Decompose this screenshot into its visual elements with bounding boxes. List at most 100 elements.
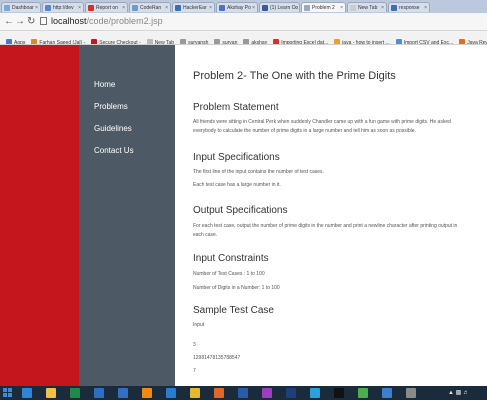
browser-tab[interactable]: New Tab × <box>347 2 387 12</box>
bookmark-item[interactable]: Apps <box>6 37 26 45</box>
page-title: Problem 2- The One with the Prime Digits <box>193 70 396 82</box>
output-spec-line-2: each case. <box>193 232 218 238</box>
statement-text-line-2: everybody to calculate the number of pri… <box>193 128 416 134</box>
sidebar-item-problems[interactable]: Problems <box>94 102 128 111</box>
firefox-icon[interactable] <box>214 388 224 398</box>
close-tab-icon[interactable]: × <box>78 3 81 12</box>
sample-test-case-heading: Sample Test Case <box>193 305 274 316</box>
input-spec-line-2: Each test case has a large number in it. <box>193 182 281 188</box>
url-path: /code/problem2.jsp <box>86 16 163 26</box>
facebook-icon <box>262 5 268 11</box>
app2-icon[interactable] <box>262 388 272 398</box>
bookmark-item[interactable]: suryan <box>214 37 237 44</box>
vlc-icon[interactable] <box>142 388 152 398</box>
windows-start-icon[interactable] <box>3 388 13 398</box>
url-host: localhost <box>51 16 87 26</box>
doc-icon <box>132 5 138 11</box>
browser-tab-strip: Dashboar × http://dev × Report on × CodeRan × Ha… <box>0 0 487 13</box>
browser-tab[interactable]: Report on × <box>85 2 128 12</box>
bookmark-item[interactable]: Importing Excel dat... <box>273 37 328 44</box>
browser-tab[interactable]: response × <box>388 2 430 12</box>
close-tab-icon[interactable]: × <box>122 3 125 12</box>
sidebar-item-contact-us[interactable]: Contact Us <box>94 146 134 155</box>
gmail-icon <box>88 5 94 11</box>
bookmark-item[interactable]: Farhan Saeed (Jal) - <box>31 37 85 44</box>
main-content: Problem 2- The One with the Prime Digits… <box>175 45 487 386</box>
close-tab-icon[interactable]: × <box>252 3 255 12</box>
bookmark-item[interactable]: suryansh <box>180 37 208 44</box>
bookmark-label: Apps <box>14 40 26 45</box>
statement-text-line-1: All friends were sitting in Central Perk… <box>193 119 451 125</box>
page-icon <box>40 17 47 25</box>
input-specifications-heading: Input Specifications <box>193 152 280 163</box>
close-tab-icon[interactable]: × <box>35 3 38 12</box>
sidebar: Home Problems Guidelines Contact Us <box>79 45 175 386</box>
chrome-icon[interactable] <box>190 388 200 398</box>
outlook-icon[interactable] <box>94 388 104 398</box>
close-tab-icon[interactable]: × <box>294 3 297 12</box>
excel-icon[interactable] <box>70 388 80 398</box>
bookmark-item[interactable]: Import CSV and Exc... <box>395 37 453 44</box>
browser-tab-label: Dashboar <box>12 5 34 11</box>
browser-tab-label: http://dev <box>53 5 74 11</box>
windows-taskbar: ▲ ▩ ♬ <box>0 386 487 400</box>
browser-tab[interactable]: http://dev × <box>42 2 84 12</box>
folder-icon[interactable] <box>46 388 56 398</box>
browser-tab[interactable]: CodeRan × <box>129 2 171 12</box>
doc-icon <box>350 5 356 11</box>
close-tab-icon[interactable]: × <box>424 3 427 12</box>
store-icon[interactable] <box>166 388 176 398</box>
close-tab-icon[interactable]: × <box>209 3 212 12</box>
bookmark-item[interactable]: Java Reveals <box>459 37 487 44</box>
browser-tab-label: CodeRan <box>140 5 162 11</box>
doc-icon <box>4 5 10 11</box>
photoshop-icon[interactable] <box>286 388 296 398</box>
system-tray[interactable]: ▲ ▩ ♬ <box>448 388 469 398</box>
close-tab-icon[interactable]: × <box>165 3 168 12</box>
bookmarks-bar: Apps Farhan Saeed (Jal) - Secure Checkout … <box>0 31 487 45</box>
close-tab-icon[interactable]: × <box>340 3 343 12</box>
ie-icon[interactable] <box>22 388 32 398</box>
app6-icon[interactable] <box>406 388 416 398</box>
output-specifications-heading: Output Specifications <box>193 205 288 216</box>
sample-input-line-1: 3 <box>193 342 196 348</box>
browser-tab-label: New Tab <box>358 5 378 11</box>
back-arrow-icon[interactable]: ← <box>4 15 14 28</box>
bookmark-item[interactable]: java - how to insert ... <box>334 37 390 44</box>
app3-icon[interactable] <box>310 388 320 398</box>
sidebar-item-home[interactable]: Home <box>94 80 115 89</box>
doc-icon <box>175 5 181 11</box>
bookmark-item[interactable]: Secure Checkout - <box>91 37 141 44</box>
browser-tab[interactable]: Problem 2 × <box>301 2 346 12</box>
bookmark-item[interactable]: New Tab <box>146 37 174 44</box>
browser-tab-label: Problem 2 <box>312 5 335 11</box>
sidebar-item-guidelines[interactable]: Guidelines <box>94 124 132 133</box>
sample-input-line-3: 7 <box>193 368 196 374</box>
app-icon[interactable] <box>118 388 128 398</box>
terminal-icon[interactable] <box>334 388 344 398</box>
constraint-digits: Number of Digits in a Number: 1 to 100 <box>193 285 280 291</box>
browser-tab[interactable]: Dashboar × <box>1 2 41 12</box>
problem-statement-heading: Problem Statement <box>193 102 279 113</box>
constraint-test-cases: Number of Test Cases : 1 to 100 <box>193 271 265 277</box>
browser-tab[interactable]: (1) Learn Co × <box>259 2 300 12</box>
close-tab-icon[interactable]: × <box>381 3 384 12</box>
app4-icon[interactable] <box>358 388 368 398</box>
doc-icon <box>304 5 310 11</box>
url-field[interactable]: localhost/code/problem2.jsp <box>40 16 163 27</box>
reload-icon[interactable]: ↻ <box>27 15 35 28</box>
word-icon[interactable] <box>238 388 248 398</box>
browser-tab[interactable]: Akshay Po × <box>216 2 258 12</box>
browser-tab-label: Akshay Po <box>227 5 251 11</box>
doc-icon <box>391 5 397 11</box>
sample-input-label: Input <box>193 322 205 328</box>
address-bar-row: ← → ↻ localhost/code/problem2.jsp <box>0 13 487 31</box>
forward-arrow-icon[interactable]: → <box>15 15 25 28</box>
doc-icon <box>45 5 51 11</box>
bookmark-item[interactable]: akshay <box>243 37 267 44</box>
bookmark-icon <box>31 39 38 44</box>
app5-icon[interactable] <box>382 388 392 398</box>
browser-tab-label: response <box>399 5 420 11</box>
browser-tab[interactable]: HackerEar × <box>172 2 215 12</box>
bookmark-icon <box>6 39 12 44</box>
